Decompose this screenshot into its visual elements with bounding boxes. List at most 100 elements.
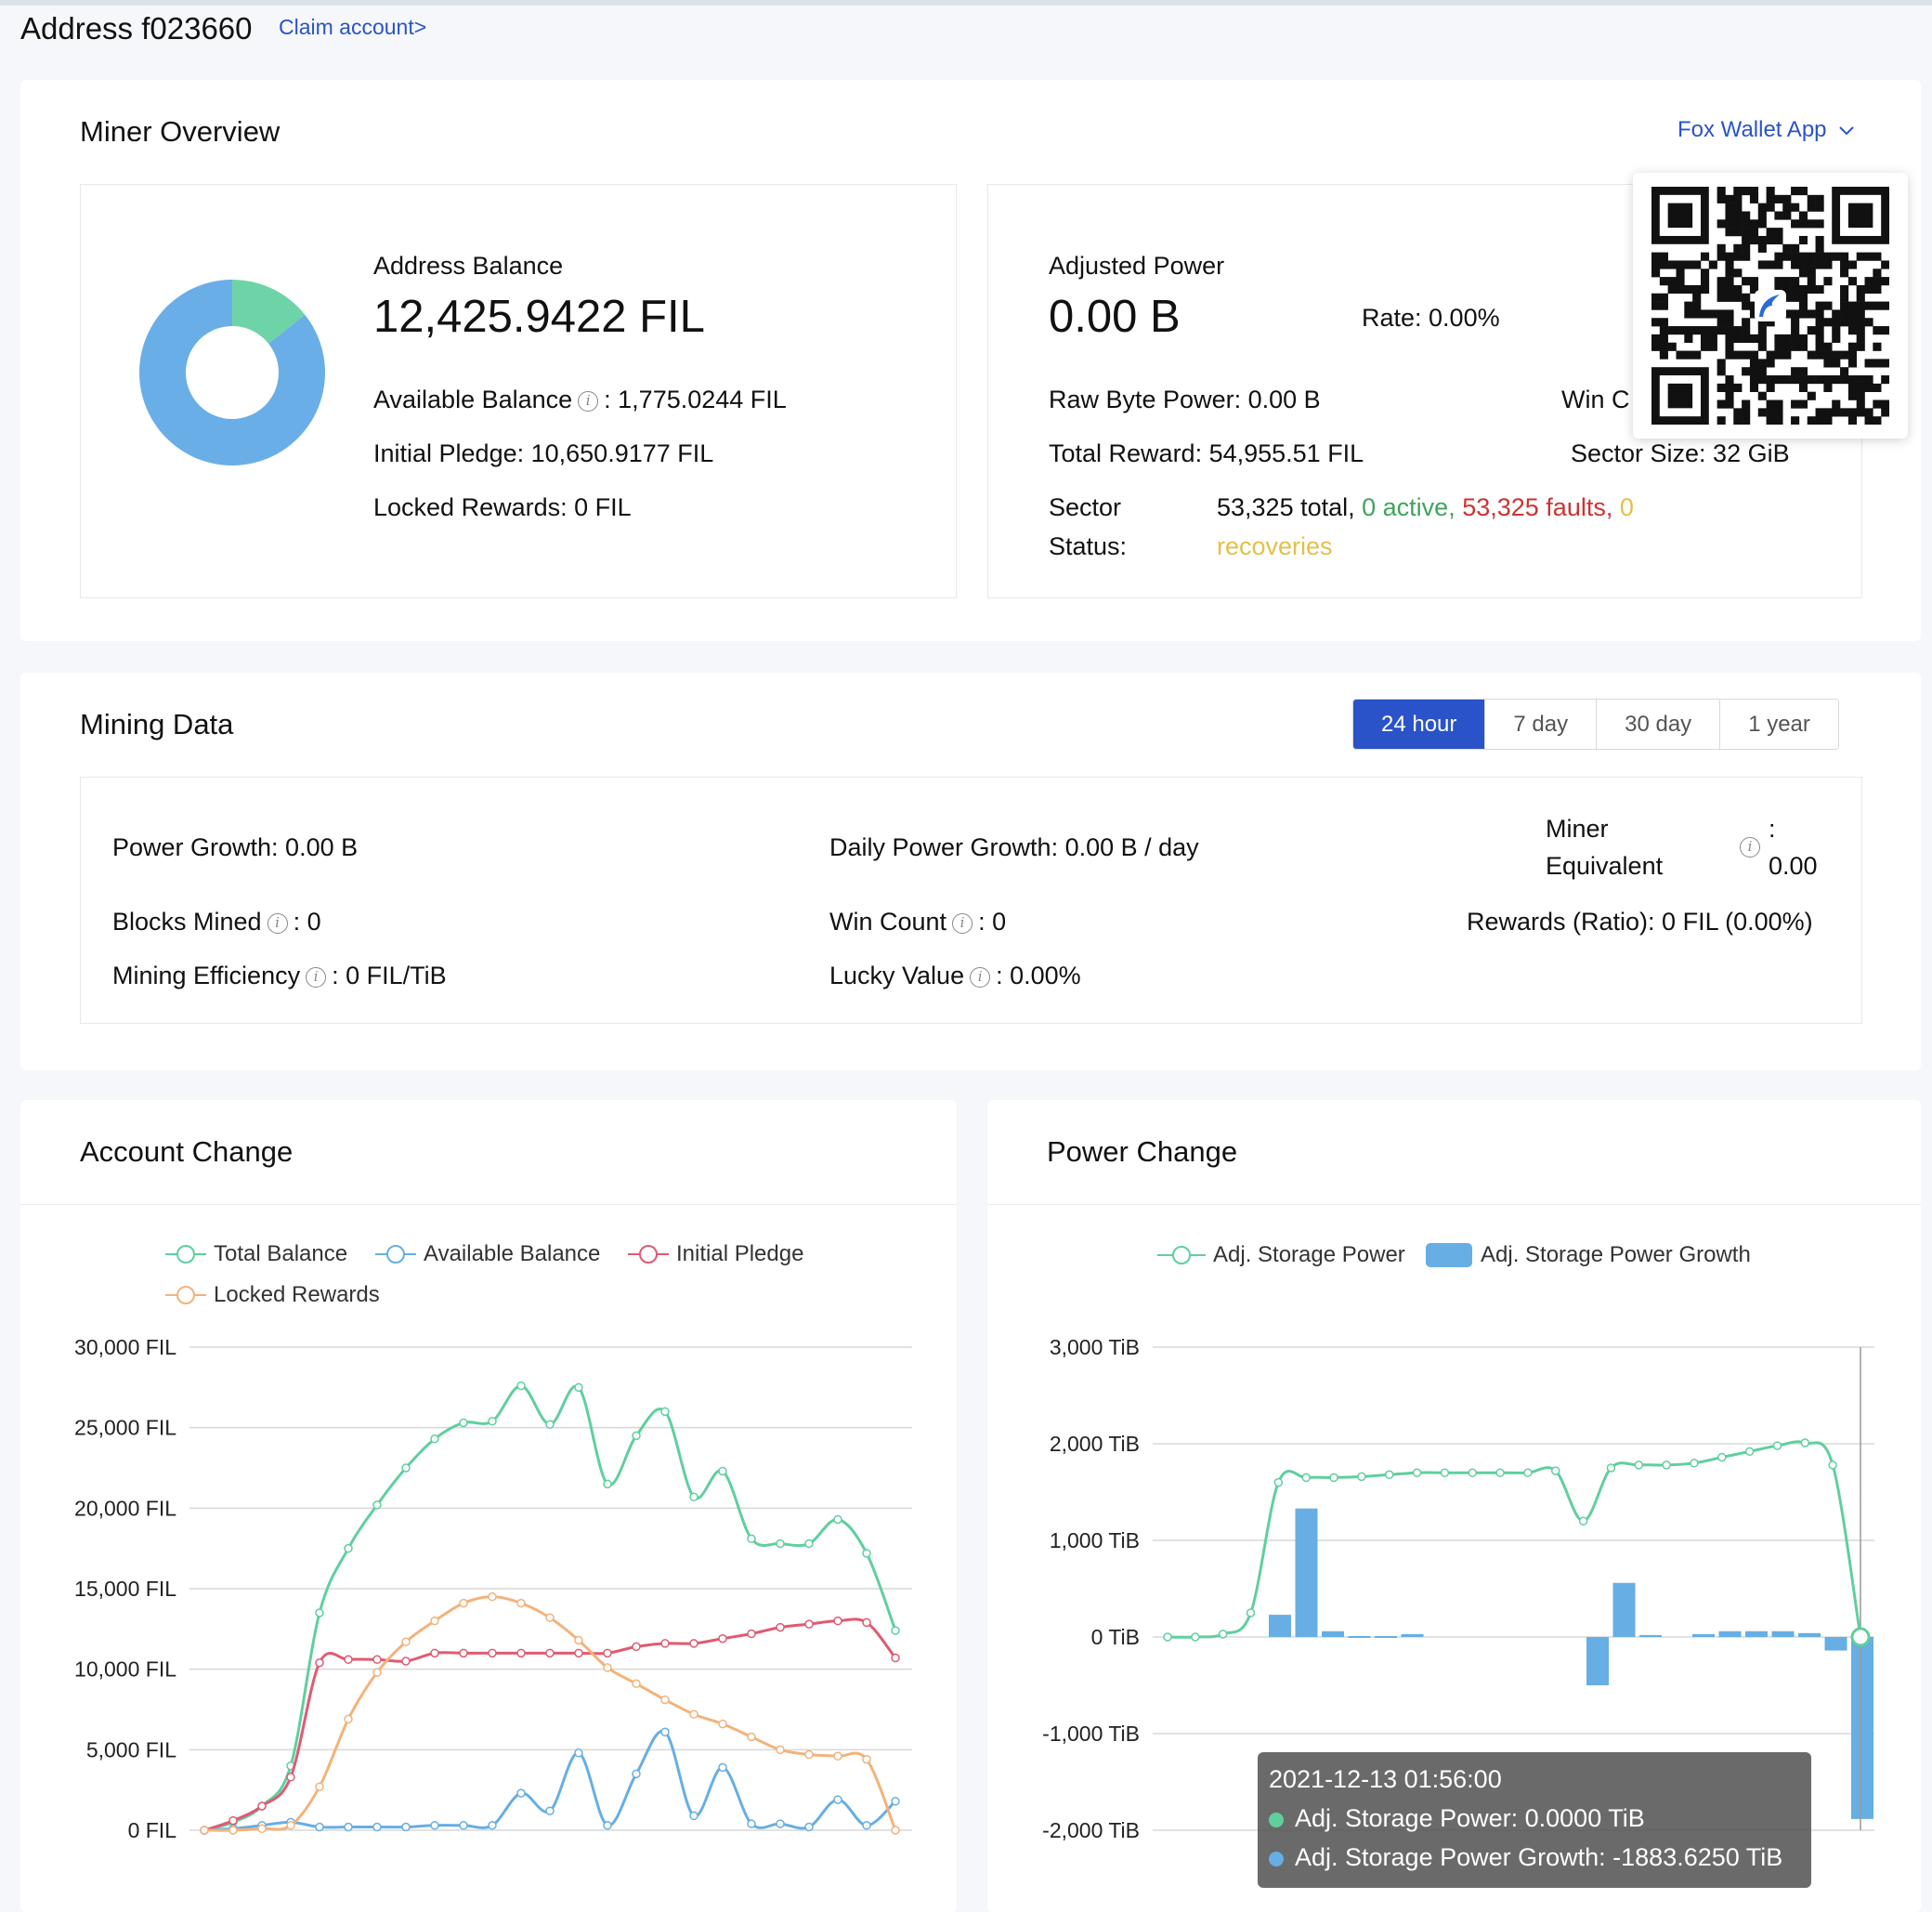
data-point[interactable] (1440, 1468, 1450, 1477)
data-point[interactable] (545, 1613, 555, 1622)
data-point[interactable] (459, 1648, 468, 1658)
data-point[interactable] (228, 1815, 238, 1826)
data-point[interactable] (1218, 1630, 1228, 1639)
data-point[interactable] (545, 1420, 555, 1429)
data-point[interactable] (574, 1748, 583, 1758)
data-point[interactable] (516, 1381, 526, 1391)
growth-bar[interactable] (1745, 1630, 1768, 1637)
info-icon[interactable]: i (1740, 837, 1760, 858)
info-icon[interactable]: i (970, 966, 991, 988)
data-point[interactable] (545, 1806, 555, 1815)
data-point[interactable] (430, 1821, 439, 1830)
data-point[interactable] (632, 1679, 641, 1689)
growth-bar[interactable] (1771, 1630, 1795, 1637)
data-point[interactable] (804, 1539, 814, 1549)
data-point[interactable] (689, 1811, 698, 1821)
data-point[interactable] (660, 1695, 670, 1705)
fox-wallet-link[interactable]: Fox Wallet App (1677, 117, 1855, 143)
growth-bar[interactable] (1798, 1632, 1821, 1637)
data-point[interactable] (344, 1714, 353, 1724)
legend-total-balance[interactable]: Total Balance (165, 1241, 347, 1267)
data-point[interactable] (459, 1821, 468, 1830)
data-point[interactable] (257, 1801, 267, 1811)
data-point[interactable] (286, 1821, 295, 1830)
data-point[interactable] (1828, 1460, 1837, 1470)
data-point[interactable] (430, 1434, 439, 1444)
data-point[interactable] (689, 1639, 698, 1648)
data-point[interactable] (315, 1822, 324, 1832)
data-point[interactable] (545, 1648, 555, 1658)
growth-bar[interactable] (1851, 1637, 1873, 1819)
data-point[interactable] (1191, 1632, 1200, 1642)
info-icon[interactable]: i (306, 966, 327, 988)
data-point[interactable] (862, 1754, 871, 1764)
data-point[interactable] (891, 1826, 900, 1835)
data-point[interactable] (1468, 1468, 1477, 1477)
data-point[interactable] (488, 1591, 497, 1602)
data-point[interactable] (430, 1616, 439, 1626)
data-point[interactable] (488, 1416, 497, 1426)
data-point[interactable] (1772, 1441, 1782, 1450)
data-point[interactable] (632, 1431, 641, 1441)
data-point[interactable] (430, 1648, 439, 1658)
data-point[interactable] (1357, 1472, 1366, 1482)
data-point[interactable] (1329, 1473, 1338, 1483)
legend-locked-rewards[interactable]: Locked Rewards (165, 1282, 380, 1308)
data-point[interactable] (891, 1653, 900, 1663)
growth-bar[interactable] (1612, 1582, 1636, 1637)
legend-available-balance[interactable]: Available Balance (375, 1241, 600, 1267)
data-point[interactable] (516, 1788, 526, 1798)
data-point[interactable] (891, 1626, 900, 1635)
data-point[interactable] (1717, 1452, 1727, 1462)
info-icon[interactable]: i (952, 912, 973, 934)
data-point[interactable] (862, 1617, 871, 1628)
data-point[interactable] (574, 1382, 583, 1393)
data-point[interactable] (833, 1795, 842, 1804)
data-point[interactable] (1662, 1460, 1671, 1470)
data-point[interactable] (1690, 1459, 1699, 1468)
info-icon[interactable]: i (267, 912, 288, 934)
data-point[interactable] (344, 1822, 353, 1832)
tab-7-day[interactable]: 7 day (1484, 700, 1597, 749)
data-point[interactable] (401, 1637, 411, 1646)
legend-adj-storage-power-growth[interactable]: Adj. Storage Power Growth (1425, 1242, 1751, 1268)
data-point[interactable] (804, 1822, 814, 1832)
data-point[interactable] (747, 1732, 756, 1742)
data-point[interactable] (718, 1633, 727, 1644)
growth-bar[interactable] (1692, 1633, 1715, 1637)
data-point[interactable] (660, 1727, 670, 1737)
data-point[interactable] (776, 1819, 785, 1828)
data-point[interactable] (1163, 1632, 1172, 1642)
growth-bar[interactable] (1295, 1508, 1318, 1637)
data-point[interactable] (747, 1534, 756, 1544)
data-point[interactable] (315, 1782, 324, 1791)
data-point[interactable] (1495, 1468, 1505, 1477)
data-point[interactable] (1606, 1463, 1616, 1473)
legend-initial-pledge[interactable]: Initial Pledge (628, 1241, 803, 1267)
data-point[interactable] (689, 1709, 698, 1719)
growth-bar[interactable] (1824, 1637, 1847, 1651)
data-point[interactable] (315, 1608, 324, 1617)
data-point[interactable] (372, 1655, 382, 1665)
growth-bar[interactable] (1586, 1637, 1609, 1685)
data-point[interactable] (228, 1826, 238, 1835)
growth-bar[interactable] (1375, 1635, 1397, 1638)
data-point[interactable] (257, 1824, 267, 1834)
data-point[interactable] (776, 1622, 785, 1632)
data-point[interactable] (1744, 1447, 1755, 1457)
data-point[interactable] (459, 1418, 468, 1428)
data-point[interactable] (344, 1543, 353, 1553)
data-point[interactable] (747, 1629, 756, 1639)
data-point[interactable] (833, 1751, 842, 1761)
data-point[interactable] (1551, 1466, 1560, 1475)
tab-1-year[interactable]: 1 year (1719, 700, 1838, 749)
data-point[interactable] (833, 1514, 842, 1525)
data-point[interactable] (200, 1826, 209, 1835)
data-point[interactable] (372, 1822, 382, 1832)
data-point[interactable] (372, 1668, 382, 1677)
data-point[interactable] (660, 1407, 670, 1417)
data-point[interactable] (603, 1663, 612, 1672)
data-point[interactable] (689, 1492, 698, 1501)
growth-bar[interactable] (1639, 1634, 1662, 1637)
data-point[interactable] (1578, 1516, 1588, 1526)
